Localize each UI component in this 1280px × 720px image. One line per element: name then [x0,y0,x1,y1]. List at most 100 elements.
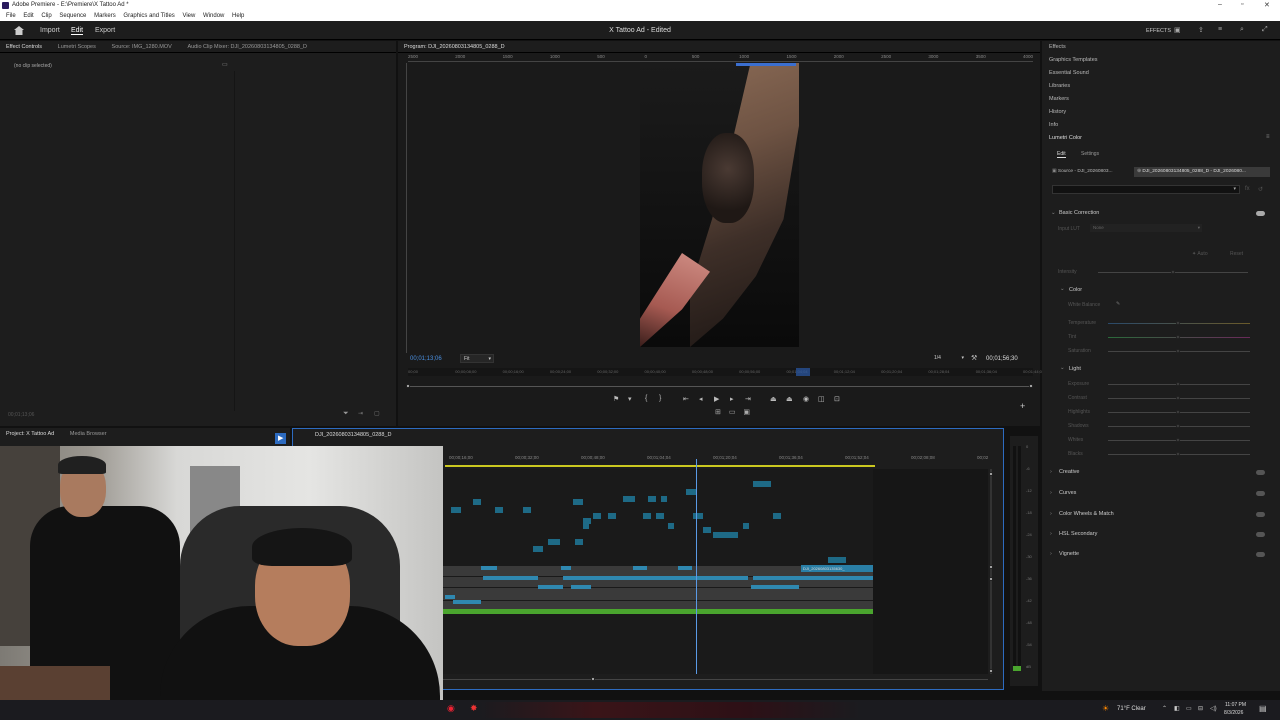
hsl-toggle[interactable] [1256,532,1265,537]
zoom-bar-end-handle[interactable] [1029,384,1033,388]
panel-essential-sound[interactable]: Essential Sound [1049,70,1089,76]
button-editor-icon[interactable]: + [1020,401,1025,411]
marker-icon[interactable]: ▾ [628,395,632,403]
network-icon[interactable]: ⊟ [1198,705,1203,712]
lumetri-tab-edit[interactable]: Edit [1057,151,1066,158]
search-icon[interactable]: ⌕ [1240,26,1244,34]
add-marker-icon[interactable]: ⚑ [613,395,619,403]
curves-toggle[interactable] [1256,491,1265,496]
source-clip-selector[interactable]: ▣ Source - DJI_20260803... [1052,167,1130,177]
menu-icon[interactable]: ≡ [1218,26,1222,33]
minimize-icon[interactable]: – [1218,1,1222,8]
video-frame[interactable] [640,63,799,347]
timeline-clip[interactable] [548,539,560,545]
vscroll-handle-mid2[interactable] [989,577,993,581]
vscroll-handle-bottom[interactable] [989,669,993,673]
audio-clip[interactable] [563,576,593,580]
play-button[interactable]: ▶ [275,433,286,444]
timeline-scroll-handle[interactable] [591,677,595,681]
quick-export-icon[interactable]: ⇪ [1198,26,1204,34]
preset-dropdown[interactable]: ▾ [1052,185,1240,194]
vignette-chevron-icon[interactable]: › [1050,551,1052,557]
reset-icon[interactable]: ↺ [1258,186,1263,193]
tint-knob[interactable] [1176,335,1180,339]
tab-sequence[interactable]: DJI_20260803134805_0288_D [315,432,391,438]
tray-drive-icon[interactable]: ▭ [1186,705,1192,712]
timeline-clip[interactable] [533,546,543,552]
notification-icon[interactable]: ▤ [1259,704,1267,713]
hsl-section-header[interactable]: HSL Secondary [1059,531,1097,537]
eyedropper-icon[interactable]: ✎ [1116,301,1120,307]
program-current-timecode[interactable]: 00;01;13;06 [410,356,442,362]
go-to-out-icon[interactable]: ⇥ [745,395,751,403]
zoom-bar-start-handle[interactable] [406,384,410,388]
vignette-section-header[interactable]: Vignette [1059,551,1079,557]
tab-source[interactable]: Source: IMG_1280.MOV [112,44,172,50]
audio-clip[interactable] [481,566,497,570]
timeline-clip[interactable] [648,496,656,502]
transparency-grid-icon[interactable]: ▭ [729,409,736,416]
filter-icon[interactable]: ⏷ [343,410,349,418]
step-back-icon[interactable]: ◂ [699,395,703,403]
playhead[interactable] [696,459,697,674]
audio-clip[interactable] [751,585,799,589]
curves-chevron-icon[interactable]: › [1050,490,1052,496]
menu-markers[interactable]: Markers [94,13,116,19]
tab-media-browser[interactable]: Media Browser [70,431,107,437]
volume-icon[interactable]: ◁) [1210,705,1217,712]
shadows-knob[interactable] [1176,424,1180,428]
collapse-chevron-icon[interactable]: ⌄ [1051,210,1056,216]
effects-workspace-button[interactable]: EFFECTS [1146,28,1171,34]
timeline-clip[interactable] [686,489,696,495]
audio-clip[interactable] [633,566,647,570]
vignette-toggle[interactable] [1256,552,1265,557]
go-to-in-icon[interactable]: ⇤ [683,395,689,403]
menu-help[interactable]: Help [232,13,244,19]
panel-menu-icon[interactable]: ≡ [1266,134,1270,140]
exposure-knob[interactable] [1176,382,1180,386]
lumetri-tab-settings[interactable]: Settings [1081,151,1099,157]
play-icon[interactable]: ▶ [714,395,719,403]
tab-program[interactable]: Program: DJI_20260803134805_0288_D [404,44,505,50]
tab-effect-controls[interactable]: Effect Controls [6,44,42,50]
camera-icon[interactable]: ◉ [803,395,809,403]
tray-app-icon[interactable]: ◧ [1174,705,1180,712]
timeline-clip[interactable] [583,523,589,529]
temperature-knob[interactable] [1176,321,1180,325]
audio-clip[interactable] [753,576,798,580]
reset-button[interactable]: Reset [1230,251,1243,257]
timeline-clip[interactable] [693,513,703,519]
vscroll-handle-mid[interactable] [989,565,993,569]
app-icon[interactable]: ✸ [470,703,478,714]
color-chevron-icon[interactable]: ⌄ [1060,286,1065,292]
fullscreen-icon[interactable]: ⤢ [1262,26,1268,34]
color-wheels-toggle[interactable] [1256,512,1265,517]
timeline-clip[interactable] [656,513,664,519]
mark-out-icon[interactable]: } [659,395,661,402]
nav-export[interactable]: Export [95,27,115,34]
timeline-clip[interactable] [523,507,531,513]
nav-import[interactable]: Import [40,27,60,34]
input-lut-dropdown[interactable]: None ▾ [1090,224,1202,232]
blacks-knob[interactable] [1176,452,1180,456]
maximize-icon[interactable]: ▫ [1241,1,1243,8]
program-scrub-ruler[interactable]: 00;00 00;00;08;00 00;00;16;00 00;00;24;00 00… [408,368,1044,376]
panel-info[interactable]: Info [1049,122,1058,128]
timeline-clip[interactable] [575,539,583,545]
close-icon[interactable]: ✕ [1264,1,1270,9]
auto-button[interactable]: ✦ Auto [1192,251,1208,257]
timeline-scrollbar[interactable] [443,679,988,680]
menu-window[interactable]: Window [203,13,224,19]
panel-graphics-templates[interactable]: Graphics Templates [1049,57,1098,63]
menu-clip[interactable]: Clip [41,13,51,19]
audio-clip[interactable] [798,576,873,580]
panel-markers[interactable]: Markers [1049,96,1069,102]
color-wheels-section-header[interactable]: Color Wheels & Match [1059,511,1114,517]
timeline-clip[interactable] [593,513,601,519]
menu-file[interactable]: File [6,13,16,19]
timeline-clip[interactable] [743,523,749,529]
highlights-knob[interactable] [1176,410,1180,414]
light-section-header[interactable]: Light [1069,366,1081,372]
clock-date[interactable]: 8/3/2026 [1224,710,1243,716]
obs-icon[interactable]: ◉ [447,703,455,714]
